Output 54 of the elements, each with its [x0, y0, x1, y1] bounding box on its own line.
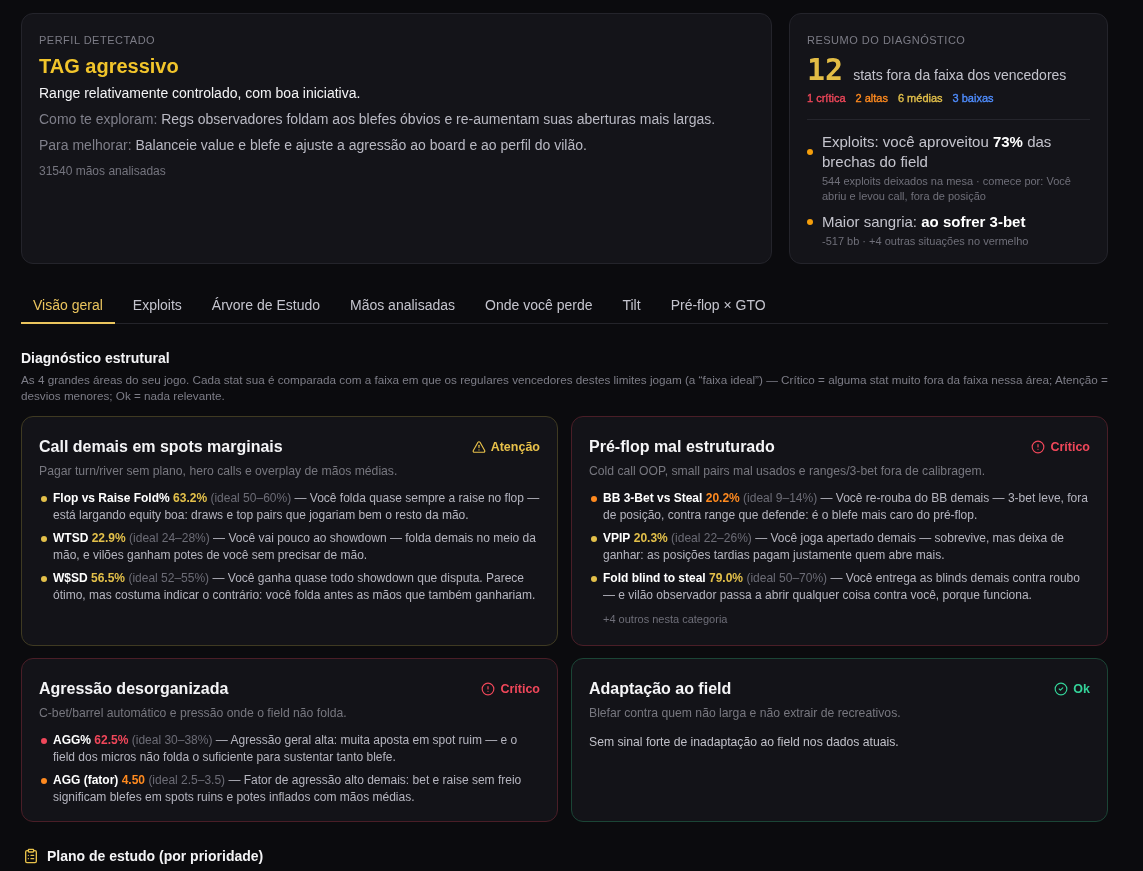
tab[interactable]: Árvore de Estudo	[199, 288, 332, 324]
profile-title: TAG agressivo	[39, 54, 180, 79]
study-plan-title: Plano de estudo (por prioridade)	[47, 847, 264, 865]
area-message: Sem sinal forte de inadaptação ao field nos dados atuais.	[589, 734, 900, 751]
status-label: Crítico	[1050, 440, 1090, 454]
stat-text: WTSD 22.9% (ideal 24–28%) — Você vai pouco ao showdown — folda demais no meio da mão, e vilões ganham potes de você sem precisar de mão.	[53, 530, 537, 564]
hands-count: 31540 mãos analisadas	[39, 163, 167, 179]
tab[interactable]: Visão geral	[21, 288, 115, 324]
check-circle-icon	[1054, 682, 1069, 696]
severity-count: 6 médias	[897, 91, 943, 105]
stat-text: Flop vs Raise Fold% 63.2% (ideal 50–60%) — Você folda quase sempre a raise no flop — está largando equity boa: draws e top pairs que jogariam bem o resto da mão.	[53, 490, 540, 524]
more-note: +4 outros nesta categoria	[602, 612, 729, 627]
severity-count: 1 crítica	[807, 91, 846, 105]
stat-text: BB 3-Bet vs Steal 20.2% (ideal 9–14%) — Você re-rouba do BB demais — 3-bet leve, fora de posição, contra range que defende: é o blefe mais caro do pré-flop.	[603, 490, 1089, 524]
highlight-note: 544 exploits deixados na mesa · comece por: Você abriu e levou call, fora de posição	[821, 174, 1072, 204]
stat-text: VPIP 20.3% (ideal 22–26%) — Você joga apertado demais — sobrevive, mas deixa de ganhar: as posições tardias pagam justamente quem abre mais.	[603, 530, 1065, 564]
warning-icon	[471, 440, 486, 454]
status-label: Ok	[1073, 682, 1090, 696]
clipboard-icon	[23, 848, 39, 864]
status-label: Atenção	[490, 440, 540, 454]
exclamation-circle-icon	[1031, 440, 1046, 454]
tab[interactable]: Mãos analisadas	[338, 288, 468, 324]
stat-text: Fold blind to steal 79.0% (ideal 50–70%) — Você entrega as blinds demais contra roubo — e vilão observador passa a abrir qualquer coisa contra você, porque funciona.	[603, 570, 1081, 604]
status-label: Crítico	[500, 682, 540, 696]
highlight-text: Maior sangria: ao sofrer 3-bet	[822, 212, 1026, 232]
stat-text: AGG% 62.5% (ideal 30–38%) — Agressão geral alta: muita aposta em spot ruim — e o field dos micros não folda o suficiente para sustentar tanto blefe.	[53, 732, 519, 766]
area-title: Call demais em spots marginais	[39, 437, 283, 457]
area-subtitle: Cold call OOP, small pairs mal usados e ranges/3-bet fora de calibragem.	[589, 463, 987, 480]
profile-summary: Range relativamente controlado, com boa iniciativa.	[39, 84, 362, 103]
highlight-note: -517 bb · +4 outras situações no vermelho	[821, 234, 1030, 249]
profile-detail: Para melhorar: Balanceie value e blefe e ajuste a agressão ao board e ao perfil do vilão.	[39, 136, 588, 155]
tab[interactable]: Tilt	[610, 288, 653, 324]
tab[interactable]: Onde você perde	[473, 288, 605, 324]
section-description: As 4 grandes áreas do seu jogo. Cada stat sua é comparada com a faixa em que os regulares vencedores destes limites jogam (a “faixa ideal”) — Crítico = alguma stat muito fora da faixa nessa área; Atenção = desvios menores; Ok = nada relevante.	[21, 372, 1108, 404]
area-subtitle: Blefar contra quem não larga e não extrair de recreativos.	[589, 705, 902, 722]
stat-text: AGG (fator) 4.50 (ideal 2.5–3.5) — Fator de agressão alto demais: bet e raise sem freio significam blefes em spots ruins e potes inflados com mãos médias.	[53, 772, 523, 806]
severity-count: 3 baixas	[952, 91, 994, 105]
area-subtitle: Pagar turn/river sem plano, hero calls e overplay de mãos médias.	[39, 463, 399, 480]
tab[interactable]: Exploits	[120, 288, 194, 324]
severity-count: 2 altas	[855, 91, 888, 105]
area-title: Agressão desorganizada	[39, 679, 229, 699]
tab[interactable]: Pré-flop × GTO	[658, 288, 778, 324]
area-title: Pré-flop mal estruturado	[589, 437, 775, 457]
profile-overline: PERFIL DETECTADO	[39, 33, 157, 47]
stats-count: 12	[807, 53, 844, 87]
section-title: Diagnóstico estrutural	[21, 349, 171, 367]
summary-overline: RESUMO DO DIAGNÓSTICO	[807, 33, 967, 47]
profile-detail: Como te exploram: Regs observadores foldam aos blefes óbvios e re-aumentam suas aberturas mais largas.	[39, 110, 717, 129]
area-subtitle: C-bet/barrel automático e pressão onde o field não folda.	[39, 705, 348, 722]
exclamation-circle-icon	[481, 682, 496, 696]
stat-text: W$SD 56.5% (ideal 52–55%) — Você ganha quase todo showdown que disputa. Parece ótimo, mas costuma indicar o contrário: você folda antes as mãos que também ganhariam.	[53, 570, 537, 604]
highlight-text: Exploits: você aproveitou 73% das brechas do field	[822, 132, 1053, 172]
stats-caption: stats fora da faixa dos vencedores	[853, 67, 1067, 83]
area-title: Adaptação ao field	[589, 679, 732, 699]
